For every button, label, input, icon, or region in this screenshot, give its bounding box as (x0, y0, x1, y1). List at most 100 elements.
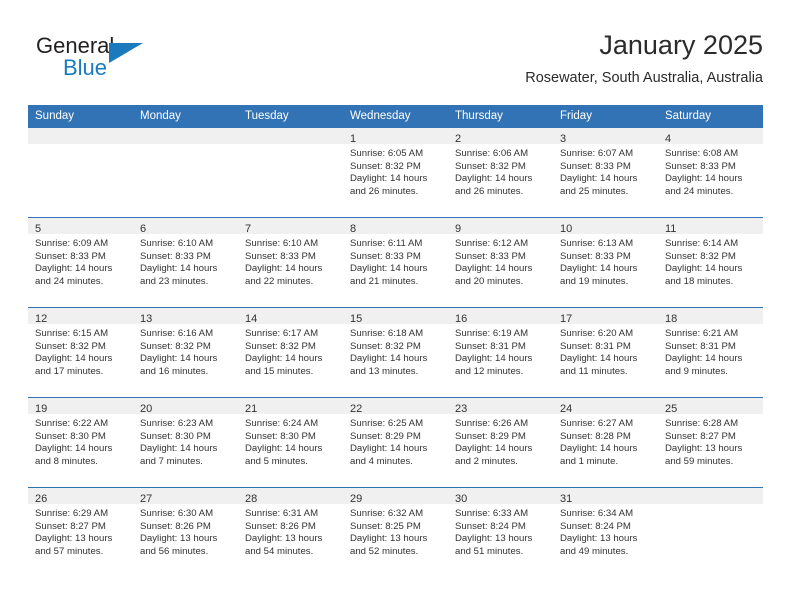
calendar-day-cell[interactable]: 30 Sunrise: 6:33 AM Sunset: 8:24 PM Dayligh… (448, 488, 553, 577)
calendar-day-cell[interactable]: 4 Sunrise: 6:08 AM Sunset: 8:33 PM Daylight… (658, 128, 763, 217)
day-sun-info: Sunrise: 6:32 AM Sunset: 8:25 PM Daylight:… (343, 504, 448, 558)
day-number: 24 (560, 403, 573, 415)
calendar-day-cell[interactable]: 16 Sunrise: 6:19 AM Sunset: 8:31 PM Dayligh… (448, 308, 553, 397)
day-sun-info: Sunrise: 6:23 AM Sunset: 8:30 PM Daylight:… (133, 414, 238, 468)
day-number: 31 (560, 493, 573, 505)
calendar-day-cell[interactable]: 25 Sunrise: 6:28 AM Sunset: 8:27 PM Dayligh… (658, 398, 763, 487)
weekday-header-friday: Friday (560, 110, 592, 122)
day-number-band: 15 (343, 308, 448, 325)
calendar-day-cell[interactable]: 7 Sunrise: 6:10 AM Sunset: 8:33 PM Daylight… (238, 218, 343, 307)
calendar-day-cell[interactable]: 8 Sunrise: 6:11 AM Sunset: 8:33 PM Daylight… (343, 218, 448, 307)
day-number: 17 (560, 313, 573, 325)
day-number-band: 30 (448, 488, 553, 505)
daylight-text-line2: and 25 minutes. (560, 185, 629, 197)
calendar-day-cell[interactable]: 18 Sunrise: 6:21 AM Sunset: 8:31 PM Dayligh… (658, 308, 763, 397)
sunset-text: Sunset: 8:24 PM (455, 520, 526, 532)
calendar-day-cell[interactable]: 10 Sunrise: 6:13 AM Sunset: 8:33 PM Dayligh… (553, 218, 658, 307)
sunset-text: Sunset: 8:29 PM (455, 430, 526, 442)
day-number: 1 (350, 133, 357, 145)
day-number-band: 2 (448, 128, 553, 145)
sunrise-text: Sunrise: 6:07 AM (560, 148, 634, 159)
calendar-day-cell[interactable]: 9 Sunrise: 6:12 AM Sunset: 8:33 PM Daylight… (448, 218, 553, 307)
calendar-day-cell[interactable]: 27 Sunrise: 6:30 AM Sunset: 8:26 PM Dayligh… (133, 488, 238, 577)
sunset-text: Sunset: 8:33 PM (560, 250, 631, 262)
day-number-band: 20 (133, 398, 238, 415)
daylight-text-line1: Daylight: 13 hours (245, 533, 323, 545)
calendar-day-cell[interactable]: 17 Sunrise: 6:20 AM Sunset: 8:31 PM Dayligh… (553, 308, 658, 397)
day-sun-info: Sunrise: 6:05 AM Sunset: 8:32 PM Daylight:… (343, 144, 448, 198)
day-sun-info: Sunrise: 6:31 AM Sunset: 8:26 PM Daylight:… (238, 504, 343, 558)
calendar-day-cell[interactable]: 2 Sunrise: 6:06 AM Sunset: 8:32 PM Daylight… (448, 128, 553, 217)
sunset-text: Sunset: 8:32 PM (35, 340, 106, 352)
calendar-day-cell[interactable]: 3 Sunrise: 6:07 AM Sunset: 8:33 PM Daylight… (553, 128, 658, 217)
daylight-text-line1: Daylight: 13 hours (35, 533, 113, 545)
daylight-text-line1: Daylight: 13 hours (560, 533, 638, 545)
calendar-day-cell[interactable]: 1 Sunrise: 6:05 AM Sunset: 8:32 PM Daylight… (343, 128, 448, 217)
weekday-header-wednesday: Wednesday (350, 110, 411, 122)
calendar-day-cell[interactable]: 22 Sunrise: 6:25 AM Sunset: 8:29 PM Dayligh… (343, 398, 448, 487)
daylight-text-line1: Daylight: 14 hours (245, 353, 323, 365)
day-number: 27 (140, 493, 153, 505)
day-sun-info: Sunrise: 6:13 AM Sunset: 8:33 PM Daylight:… (553, 234, 658, 288)
sunrise-text: Sunrise: 6:06 AM (455, 148, 529, 159)
calendar-day-cell[interactable]: 5 Sunrise: 6:09 AM Sunset: 8:33 PM Daylight… (28, 218, 133, 307)
sunrise-text: Sunrise: 6:18 AM (350, 328, 424, 339)
day-number: 23 (455, 403, 468, 415)
general-blue-logo[interactable]: General Blue (36, 34, 166, 90)
sunset-text: Sunset: 8:33 PM (560, 160, 631, 172)
daylight-text-line1: Daylight: 14 hours (140, 443, 218, 455)
daylight-text-line2: and 12 minutes. (455, 365, 524, 377)
day-number: 22 (350, 403, 363, 415)
sunset-text: Sunset: 8:33 PM (140, 250, 211, 262)
calendar-day-cell[interactable]: 28 Sunrise: 6:31 AM Sunset: 8:26 PM Dayligh… (238, 488, 343, 577)
day-number: 10 (560, 223, 573, 235)
sunrise-text: Sunrise: 6:14 AM (665, 238, 739, 249)
sunrise-text: Sunrise: 6:22 AM (35, 418, 109, 429)
sunrise-text: Sunrise: 6:31 AM (245, 508, 319, 519)
daylight-text-line1: Daylight: 14 hours (665, 353, 743, 365)
calendar-day-cell[interactable]: 15 Sunrise: 6:18 AM Sunset: 8:32 PM Dayligh… (343, 308, 448, 397)
daylight-text-line1: Daylight: 14 hours (665, 173, 743, 185)
calendar-day-cell[interactable]: 29 Sunrise: 6:32 AM Sunset: 8:25 PM Dayligh… (343, 488, 448, 577)
calendar-day-cell[interactable]: 23 Sunrise: 6:26 AM Sunset: 8:29 PM Dayligh… (448, 398, 553, 487)
calendar-day-cell[interactable]: 19 Sunrise: 6:22 AM Sunset: 8:30 PM Dayligh… (28, 398, 133, 487)
daylight-text-line1: Daylight: 14 hours (560, 173, 638, 185)
day-number-band: 18 (658, 308, 763, 325)
day-sun-info: Sunrise: 6:14 AM Sunset: 8:32 PM Daylight:… (658, 234, 763, 288)
day-sun-info: Sunrise: 6:15 AM Sunset: 8:32 PM Daylight:… (28, 324, 133, 378)
sunset-text: Sunset: 8:30 PM (140, 430, 211, 442)
page-header: General Blue January 2025 Rosewater, Sou… (28, 28, 763, 100)
triangle-flag-icon (109, 43, 143, 63)
daylight-text-line2: and 1 minute. (560, 455, 619, 467)
sunrise-text: Sunrise: 6:10 AM (140, 238, 214, 249)
day-sun-info: Sunrise: 6:28 AM Sunset: 8:27 PM Daylight:… (658, 414, 763, 468)
calendar-day-cell[interactable]: 31 Sunrise: 6:34 AM Sunset: 8:24 PM Dayligh… (553, 488, 658, 577)
calendar-day-cell[interactable]: 24 Sunrise: 6:27 AM Sunset: 8:28 PM Dayligh… (553, 398, 658, 487)
calendar-day-cell[interactable]: 11 Sunrise: 6:14 AM Sunset: 8:32 PM Dayligh… (658, 218, 763, 307)
calendar-day-cell[interactable]: 6 Sunrise: 6:10 AM Sunset: 8:33 PM Daylight… (133, 218, 238, 307)
calendar-day-cell[interactable]: 20 Sunrise: 6:23 AM Sunset: 8:30 PM Dayligh… (133, 398, 238, 487)
day-number-band: 27 (133, 488, 238, 505)
daylight-text-line2: and 18 minutes. (665, 275, 734, 287)
sunset-text: Sunset: 8:33 PM (245, 250, 316, 262)
calendar-day-cell[interactable]: 14 Sunrise: 6:17 AM Sunset: 8:32 PM Dayligh… (238, 308, 343, 397)
calendar-day-cell[interactable]: 21 Sunrise: 6:24 AM Sunset: 8:30 PM Dayligh… (238, 398, 343, 487)
day-sun-info: Sunrise: 6:24 AM Sunset: 8:30 PM Daylight:… (238, 414, 343, 468)
sunrise-text: Sunrise: 6:27 AM (560, 418, 634, 429)
sunrise-text: Sunrise: 6:30 AM (140, 508, 214, 519)
calendar-day-cell[interactable]: 12 Sunrise: 6:15 AM Sunset: 8:32 PM Dayligh… (28, 308, 133, 397)
calendar-day-cell[interactable]: 26 Sunrise: 6:29 AM Sunset: 8:27 PM Dayligh… (28, 488, 133, 577)
day-number: 5 (35, 223, 42, 235)
day-sun-info: Sunrise: 6:17 AM Sunset: 8:32 PM Daylight:… (238, 324, 343, 378)
weekday-header-thursday: Thursday (455, 110, 503, 122)
sunrise-text: Sunrise: 6:28 AM (665, 418, 739, 429)
sunset-text: Sunset: 8:33 PM (665, 160, 736, 172)
daylight-text-line2: and 13 minutes. (350, 365, 419, 377)
day-sun-info: Sunrise: 6:12 AM Sunset: 8:33 PM Daylight:… (448, 234, 553, 288)
daylight-text-line1: Daylight: 14 hours (665, 263, 743, 275)
day-number: 29 (350, 493, 363, 505)
day-number: 28 (245, 493, 258, 505)
day-number-band: 22 (343, 398, 448, 415)
calendar-day-cell[interactable]: 13 Sunrise: 6:16 AM Sunset: 8:32 PM Dayligh… (133, 308, 238, 397)
day-sun-info: Sunrise: 6:19 AM Sunset: 8:31 PM Daylight:… (448, 324, 553, 378)
